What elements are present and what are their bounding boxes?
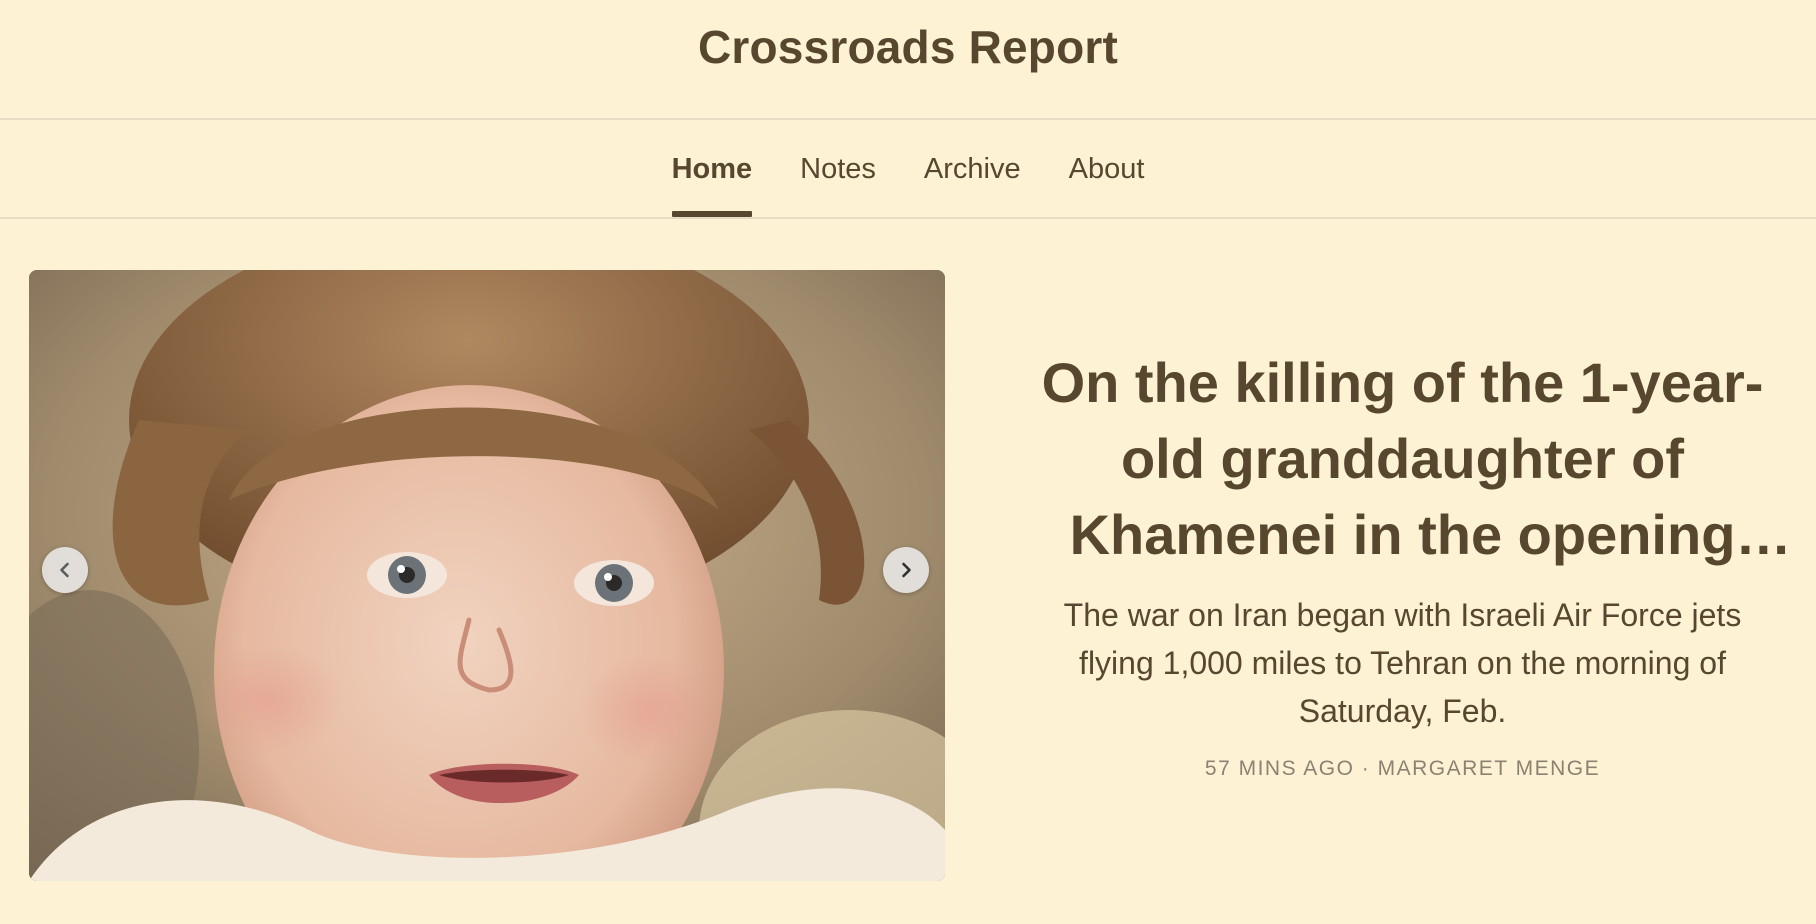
featured-image[interactable] — [29, 270, 945, 881]
article-time: 57 mins ago — [1204, 757, 1355, 780]
chevron-right-icon — [902, 562, 911, 578]
chevron-left-icon — [60, 562, 69, 578]
featured-article: On the killing of the 1-year-old grandda… — [1005, 345, 1800, 781]
article-author[interactable]: Margaret Menge — [1378, 757, 1600, 780]
masthead: Crossroads Report — [0, 0, 1816, 120]
carousel-prev-button[interactable] — [42, 547, 88, 593]
tab-about[interactable]: About — [1069, 120, 1145, 217]
article-subtitle[interactable]: The war on Iran began with Israeli Air F… — [1005, 591, 1800, 735]
article-meta: 57 mins ago · Margaret Menge — [1005, 757, 1800, 781]
nav-tabs: Home Notes Archive About — [0, 120, 1816, 217]
carousel-next-button[interactable] — [883, 547, 929, 593]
tab-archive[interactable]: Archive — [924, 120, 1021, 217]
site-title[interactable]: Crossroads Report — [0, 20, 1816, 74]
tab-notes[interactable]: Notes — [800, 120, 876, 217]
article-headline[interactable]: On the killing of the 1-year-old grandda… — [1005, 345, 1800, 573]
main-nav: Home Notes Archive About — [0, 120, 1816, 219]
tab-home[interactable]: Home — [671, 120, 752, 217]
toddler-photo — [29, 270, 945, 881]
meta-separator: · — [1361, 757, 1371, 780]
